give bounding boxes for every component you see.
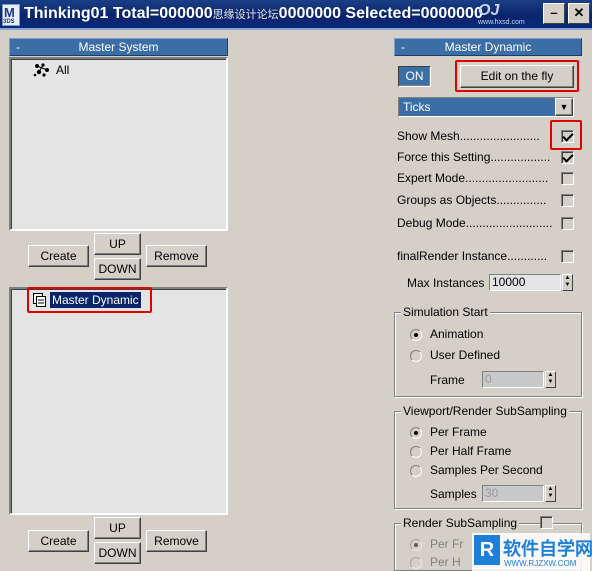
simulation-start-title: Simulation Start [401, 305, 490, 319]
app-icon-sub: 3DS [3, 19, 15, 25]
watermark-url: WWW.RJZXW.COM [504, 559, 577, 568]
site-logo-text: OJ [478, 2, 500, 19]
dynamic-up-button[interactable]: UP [94, 517, 141, 539]
finalrender-instance-checkbox[interactable] [561, 250, 574, 263]
force-setting-checkbox[interactable] [561, 151, 574, 164]
watermark-text: 软件自学网 [503, 539, 592, 560]
option-label: finalRender Instance............ [397, 249, 548, 263]
option-samples-per-second[interactable]: Samples Per Second [410, 463, 570, 479]
window-title-watermark: 思缘设计论坛 [212, 9, 279, 21]
master-system-down-button[interactable]: DOWN [94, 258, 141, 280]
option-label: Force this Setting.................. [397, 150, 551, 164]
list-item-label: All [56, 63, 70, 77]
master-system-up-button[interactable]: UP [94, 233, 141, 255]
title-bar[interactable]: M 3DS Thinking01 Total=000000思缘设计论坛00000… [0, 0, 592, 30]
app-icon-letter: M [4, 5, 15, 20]
animation-radio[interactable] [410, 329, 422, 341]
master-dynamic-title: Master Dynamic [444, 40, 532, 54]
samples-input[interactable]: 30 [482, 485, 544, 502]
app-icon[interactable]: M 3DS [2, 4, 20, 26]
dynamic-remove-button[interactable]: Remove [146, 530, 207, 552]
debug-mode-checkbox[interactable] [561, 217, 574, 230]
radio-label: Animation [430, 327, 484, 341]
site-logo: OJ www.hxsd.com [478, 2, 538, 28]
samples-per-second-radio[interactable] [410, 465, 422, 477]
watermark-logo-icon: R [474, 535, 500, 565]
window-title-left: Thinking01 Total=000000 [24, 5, 213, 22]
option-label: Show Mesh........................ [397, 129, 540, 143]
samples-spinner[interactable]: ▲ ▼ [545, 485, 556, 502]
chevron-down-icon[interactable]: ▼ [555, 98, 573, 116]
highlight-box [455, 60, 579, 92]
minimize-button[interactable]: – [543, 3, 565, 24]
frame-label: Frame [430, 373, 465, 387]
option-render-per-half[interactable]: Per H [410, 555, 470, 571]
expert-mode-checkbox[interactable] [561, 172, 574, 185]
option-per-half-frame[interactable]: Per Half Frame [410, 444, 560, 460]
radio-label: Per H [430, 555, 461, 569]
particle-system-icon [33, 63, 49, 77]
master-system-remove-button[interactable]: Remove [146, 245, 207, 267]
site-logo-url: www.hxsd.com [478, 19, 525, 26]
option-user-defined[interactable]: User Defined [410, 348, 530, 364]
per-frame-radio[interactable] [410, 427, 422, 439]
master-system-list[interactable]: All [9, 57, 228, 231]
dynamic-down-button[interactable]: DOWN [94, 542, 141, 564]
samples-label: Samples [430, 487, 477, 501]
master-system-create-button[interactable]: Create [28, 245, 89, 267]
render-subsampling-checkbox[interactable] [540, 516, 553, 529]
on-toggle-button[interactable]: ON [398, 66, 431, 87]
option-finalrender-instance[interactable]: finalRender Instance............ [397, 247, 577, 265]
max-instances-label: Max Instances [407, 276, 485, 290]
highlight-box [550, 120, 582, 150]
dynamic-list[interactable]: Master Dynamic [9, 287, 228, 515]
radio-label: Per Frame [430, 425, 487, 439]
option-label: Debug Mode.......................... [397, 216, 553, 230]
per-half-frame-radio[interactable] [410, 446, 422, 458]
option-label: Groups as Objects............... [397, 193, 547, 207]
master-dynamic-rollout[interactable]: - Master Dynamic [394, 38, 582, 56]
option-animation[interactable]: Animation [410, 327, 530, 343]
close-icon: ✕ [573, 5, 585, 20]
window-title-right: 0000000 Selected=0000000 [278, 5, 483, 22]
master-system-rollout[interactable]: - Master System [9, 38, 228, 56]
close-button[interactable]: ✕ [568, 3, 590, 24]
render-per-half-radio[interactable] [410, 557, 422, 569]
time-units-selected: Ticks [403, 100, 431, 114]
render-subsampling-title: Render SubSampling [401, 516, 520, 530]
site-watermark: R 软件自学网 WWW.RJZXW.COM [472, 533, 592, 571]
option-render-per-frame[interactable]: Per Fr [410, 537, 470, 553]
master-system-title: Master System [78, 40, 159, 54]
frame-input[interactable]: 0 [482, 371, 544, 388]
minimize-icon: – [550, 5, 558, 20]
groups-as-objects-checkbox[interactable] [561, 194, 574, 207]
frame-spinner[interactable]: ▲ ▼ [545, 371, 556, 388]
option-force-setting[interactable]: Force this Setting.................. [397, 148, 577, 166]
option-groups-as-objects[interactable]: Groups as Objects............... [397, 191, 577, 209]
window-title: Thinking01 Total=000000思缘设计论坛0000000 Sel… [24, 5, 483, 25]
option-expert-mode[interactable]: Expert Mode......................... [397, 169, 577, 187]
radio-label: User Defined [430, 348, 501, 362]
option-per-frame[interactable]: Per Frame [410, 425, 560, 441]
list-item[interactable]: All [31, 61, 91, 79]
highlight-box [27, 287, 152, 313]
option-debug-mode[interactable]: Debug Mode.......................... [397, 214, 577, 232]
radio-label: Per Fr [430, 537, 464, 551]
radio-label: Samples Per Second [430, 463, 543, 477]
max-instances-spinner[interactable]: ▲ ▼ [562, 274, 573, 291]
option-label: Expert Mode......................... [397, 171, 549, 185]
radio-label: Per Half Frame [430, 444, 512, 458]
max-instances-input[interactable]: 10000 [489, 274, 561, 291]
viewport-subsampling-title: Viewport/Render SubSampling [401, 404, 569, 418]
user-defined-radio[interactable] [410, 350, 422, 362]
time-units-dropdown[interactable]: Ticks ▼ [398, 97, 574, 117]
dynamic-create-button[interactable]: Create [28, 530, 89, 552]
render-per-frame-radio[interactable] [410, 539, 422, 551]
